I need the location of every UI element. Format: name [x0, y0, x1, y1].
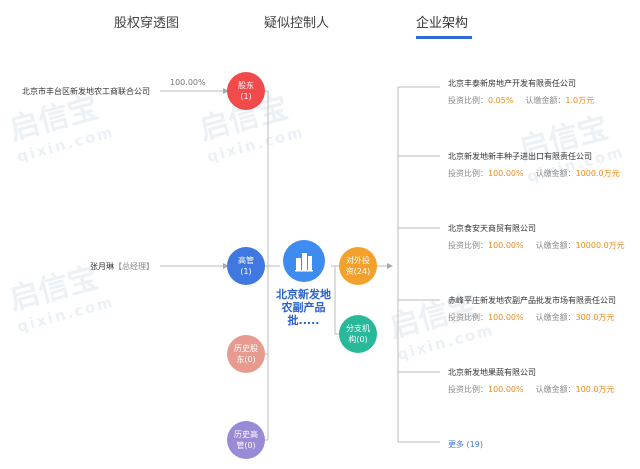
historical-shareholder-node[interactable]: 历史股 东(0) [227, 335, 265, 373]
company-name[interactable]: 北京食安天商贸有限公司 [448, 223, 625, 234]
company-meta: 投资比例：100.00% 认缴金额：100.0万元 [448, 385, 615, 394]
shareholder-name[interactable]: 北京市丰台区新发地农工商联合公司 [22, 86, 150, 97]
company-item[interactable]: 北京食安天商贸有限公司 投资比例：100.00% 认缴金额：10000.0万元 [448, 223, 625, 251]
executive-name-row: 张月琳【总经理】 [90, 261, 154, 272]
more-link[interactable]: 更多 (19) [448, 439, 483, 450]
shareholder-node[interactable]: 股东 (1) [227, 72, 265, 110]
company-name[interactable]: 北京新发地新丰种子进出口有限责任公司 [448, 151, 620, 162]
company-meta: 投资比例：100.00% 认缴金额：300.0万元 [448, 313, 615, 322]
company-item[interactable]: 北京新发地新丰种子进出口有限责任公司 投资比例：100.00% 认缴金额：1000… [448, 151, 620, 179]
building-icon [282, 240, 325, 282]
shareholder-percent: 100.00% [170, 78, 206, 87]
company-meta: 投资比例：100.00% 认缴金额：1000.0万元 [448, 169, 620, 178]
executive-title: 【总经理】 [114, 262, 154, 271]
historical-executive-node[interactable]: 历史高 管(0) [227, 421, 265, 459]
company-meta: 投资比例：0.05% 认缴金额：1.0万元 [448, 96, 595, 105]
company-item[interactable]: 赤峰平庄新发地农副产品批发市场有限责任公司 投资比例：100.00% 认缴金额：3… [448, 295, 616, 323]
company-item[interactable]: 北京丰泰新房地产开发有限责任公司 投资比例：0.05% 认缴金额：1.0万元 [448, 78, 594, 106]
company-item[interactable]: 北京新发地果蔬有限公司 投资比例：100.00% 认缴金额：100.0万元 [448, 367, 615, 395]
center-company-name: 北京新发地农副产品批..... [276, 288, 331, 327]
company-name[interactable]: 北京丰泰新房地产开发有限责任公司 [448, 78, 594, 89]
outbound-investment-node[interactable]: 对外投 资(24) [339, 247, 377, 285]
company-meta: 投资比例：100.00% 认缴金额：10000.0万元 [448, 241, 625, 250]
branch-node[interactable]: 分支机 构(0) [339, 315, 377, 353]
company-name[interactable]: 赤峰平庄新发地农副产品批发市场有限责任公司 [448, 295, 616, 306]
company-name[interactable]: 北京新发地果蔬有限公司 [448, 367, 615, 378]
executive-name[interactable]: 张月琳 [90, 262, 114, 271]
center-company[interactable]: 北京新发地农副产品批..... [276, 236, 331, 342]
executive-node[interactable]: 高管 (1) [227, 247, 265, 285]
